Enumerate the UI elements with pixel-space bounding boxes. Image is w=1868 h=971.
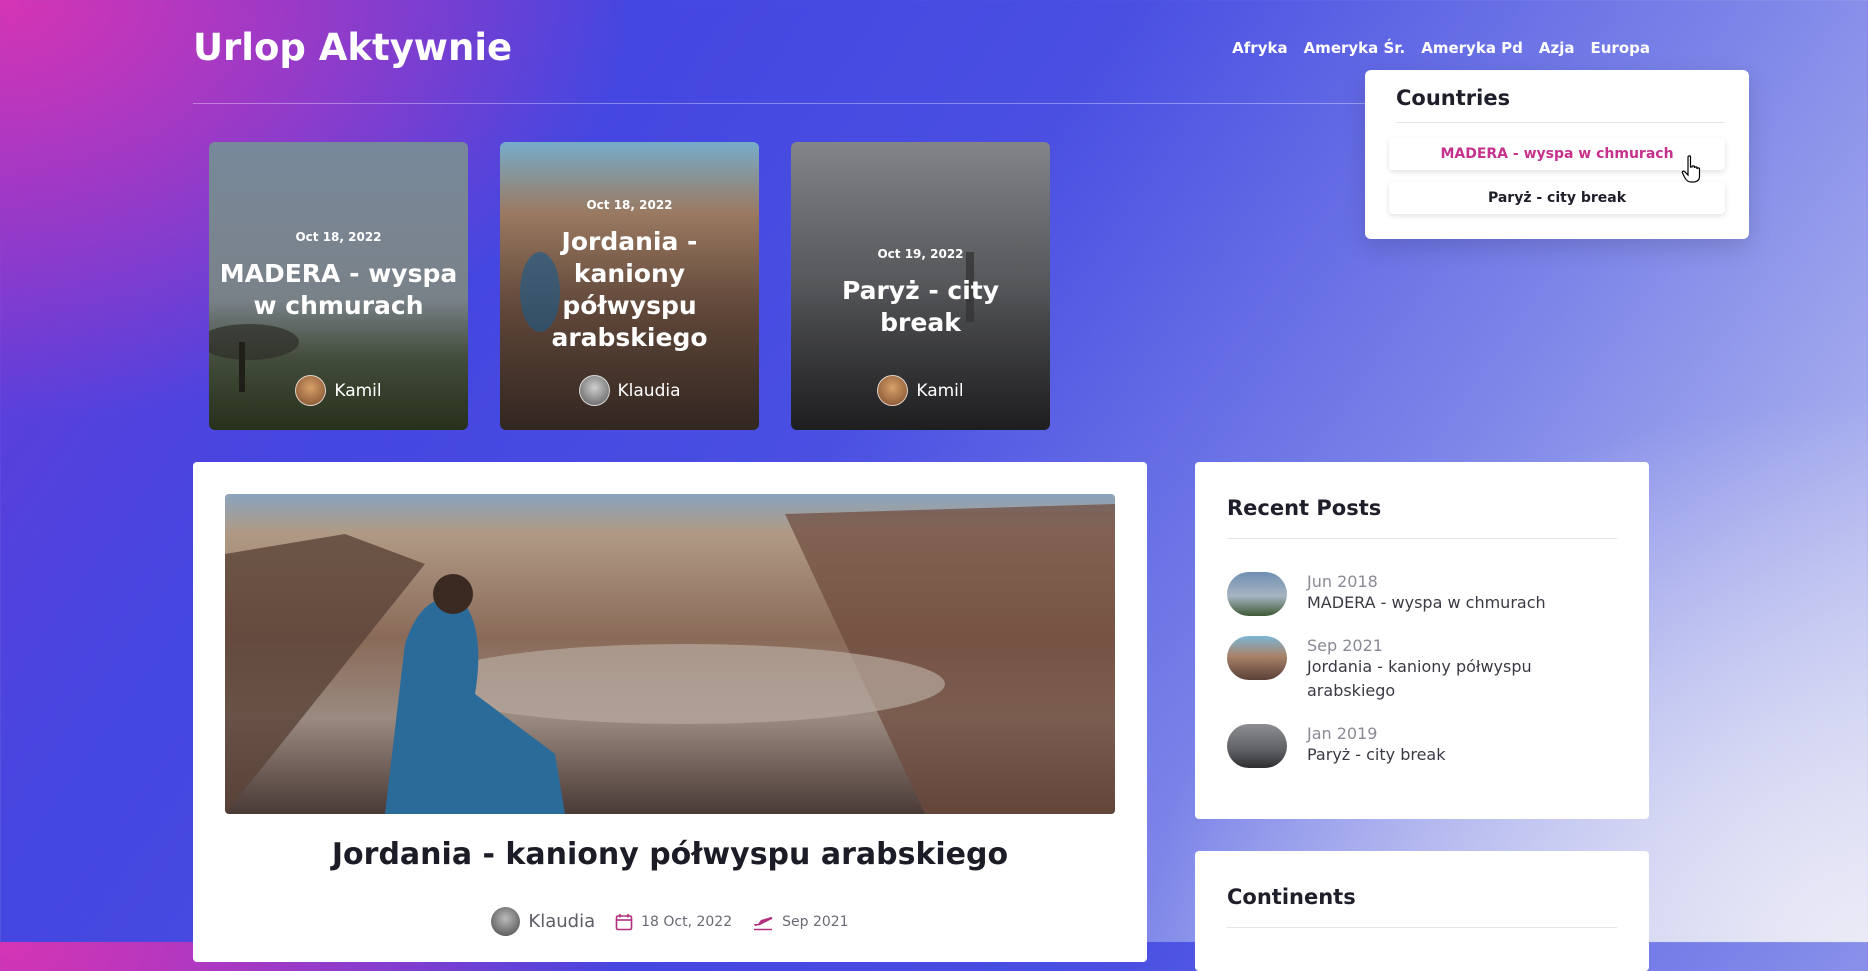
featured-card-paryz[interactable]: Oct 19, 2022 Paryż - city break Kamil xyxy=(791,142,1050,430)
card-title[interactable]: MADERA - wyspa w chmurach xyxy=(219,258,458,322)
card-title[interactable]: Paryż - city break xyxy=(801,275,1040,339)
post-author[interactable]: Klaudia xyxy=(491,907,595,936)
plane-departure-icon xyxy=(754,916,773,930)
post-published: 18 Oct, 2022 xyxy=(615,913,732,931)
recent-post-date: Jun 2018 xyxy=(1307,572,1378,591)
featured-card-madera[interactable]: Oct 18, 2022 MADERA - wyspa w chmurach K… xyxy=(209,142,468,430)
recent-post-thumbnail xyxy=(1227,724,1287,768)
avatar xyxy=(295,375,327,406)
recent-post-thumbnail xyxy=(1227,572,1287,616)
divider xyxy=(1227,927,1617,928)
continents-title: Continents xyxy=(1227,885,1356,909)
divider xyxy=(1227,538,1617,539)
card-author[interactable]: Kamil xyxy=(209,375,468,406)
card-date: Oct 18, 2022 xyxy=(295,230,382,244)
nav-item-europa[interactable]: Europa xyxy=(1591,39,1651,57)
recent-post-date: Jan 2019 xyxy=(1307,724,1378,743)
featured-card-jordania[interactable]: Oct 18, 2022 Jordania - kaniony półwyspu… xyxy=(500,142,759,430)
card-date: Oct 18, 2022 xyxy=(586,198,673,212)
recent-post-thumbnail xyxy=(1227,636,1287,680)
card-author[interactable]: Klaudia xyxy=(500,375,759,406)
post-travel-date: Sep 2021 xyxy=(752,913,849,931)
recent-posts-title: Recent Posts xyxy=(1227,496,1382,520)
recent-post-title[interactable]: Paryż - city break xyxy=(1307,743,1446,767)
post-panel: Jordania - kaniony półwyspu arabskiego K… xyxy=(193,462,1147,962)
travel-date: Sep 2021 xyxy=(782,913,849,930)
recent-posts-widget: Recent Posts Jun 2018 MADERA - wyspa w c… xyxy=(1195,462,1649,819)
author-name: Klaudia xyxy=(528,911,596,932)
author-name: Klaudia xyxy=(617,380,681,401)
divider xyxy=(1396,122,1725,123)
hand-pointer-icon xyxy=(1681,155,1701,183)
author-name: Kamil xyxy=(916,380,964,401)
card-author[interactable]: Kamil xyxy=(791,375,1050,406)
dropdown-item-madera[interactable]: MADERA - wyspa w chmurach xyxy=(1389,138,1725,170)
recent-post-item[interactable]: Jan 2019 Paryż - city break xyxy=(1227,724,1617,768)
avatar xyxy=(877,375,909,406)
main-nav: Afryka Ameryka Śr. Ameryka Pd Azja Europ… xyxy=(1232,39,1650,57)
dropdown-title: Countries xyxy=(1396,86,1511,110)
author-name: Kamil xyxy=(334,380,382,401)
recent-post-date: Sep 2021 xyxy=(1307,636,1383,655)
nav-item-ameryka-sr[interactable]: Ameryka Śr. xyxy=(1304,39,1406,57)
post-title: Jordania - kaniony półwyspu arabskiego xyxy=(331,837,1009,872)
recent-post-item[interactable]: Jun 2018 MADERA - wyspa w chmurach xyxy=(1227,572,1617,616)
post-meta: Klaudia 18 Oct, 2022 Sep 2021 xyxy=(193,907,1147,936)
nav-item-afryka[interactable]: Afryka xyxy=(1232,39,1287,57)
site-logo[interactable]: Urlop Aktywnie xyxy=(193,26,512,69)
avatar xyxy=(491,907,521,936)
post-hero-image[interactable] xyxy=(225,494,1115,814)
hero-image-jordania xyxy=(225,494,1115,814)
card-date: Oct 19, 2022 xyxy=(877,247,964,261)
card-title[interactable]: Jordania - kaniony półwyspu arabskiego xyxy=(510,226,749,354)
avatar xyxy=(578,375,610,406)
recent-post-title[interactable]: MADERA - wyspa w chmurach xyxy=(1307,591,1546,615)
nav-item-ameryka-pd[interactable]: Ameryka Pd xyxy=(1421,39,1523,57)
recent-post-item[interactable]: Sep 2021 Jordania - kaniony półwyspu ara… xyxy=(1227,636,1617,703)
calendar-icon xyxy=(615,913,633,930)
dropdown-item-paryz[interactable]: Paryż - city break xyxy=(1389,182,1725,214)
continents-widget: Continents xyxy=(1195,851,1649,971)
recent-post-title[interactable]: Jordania - kaniony półwyspu arabskiego xyxy=(1307,655,1617,703)
nav-item-azja[interactable]: Azja xyxy=(1539,39,1575,57)
published-date: 18 Oct, 2022 xyxy=(641,913,733,930)
